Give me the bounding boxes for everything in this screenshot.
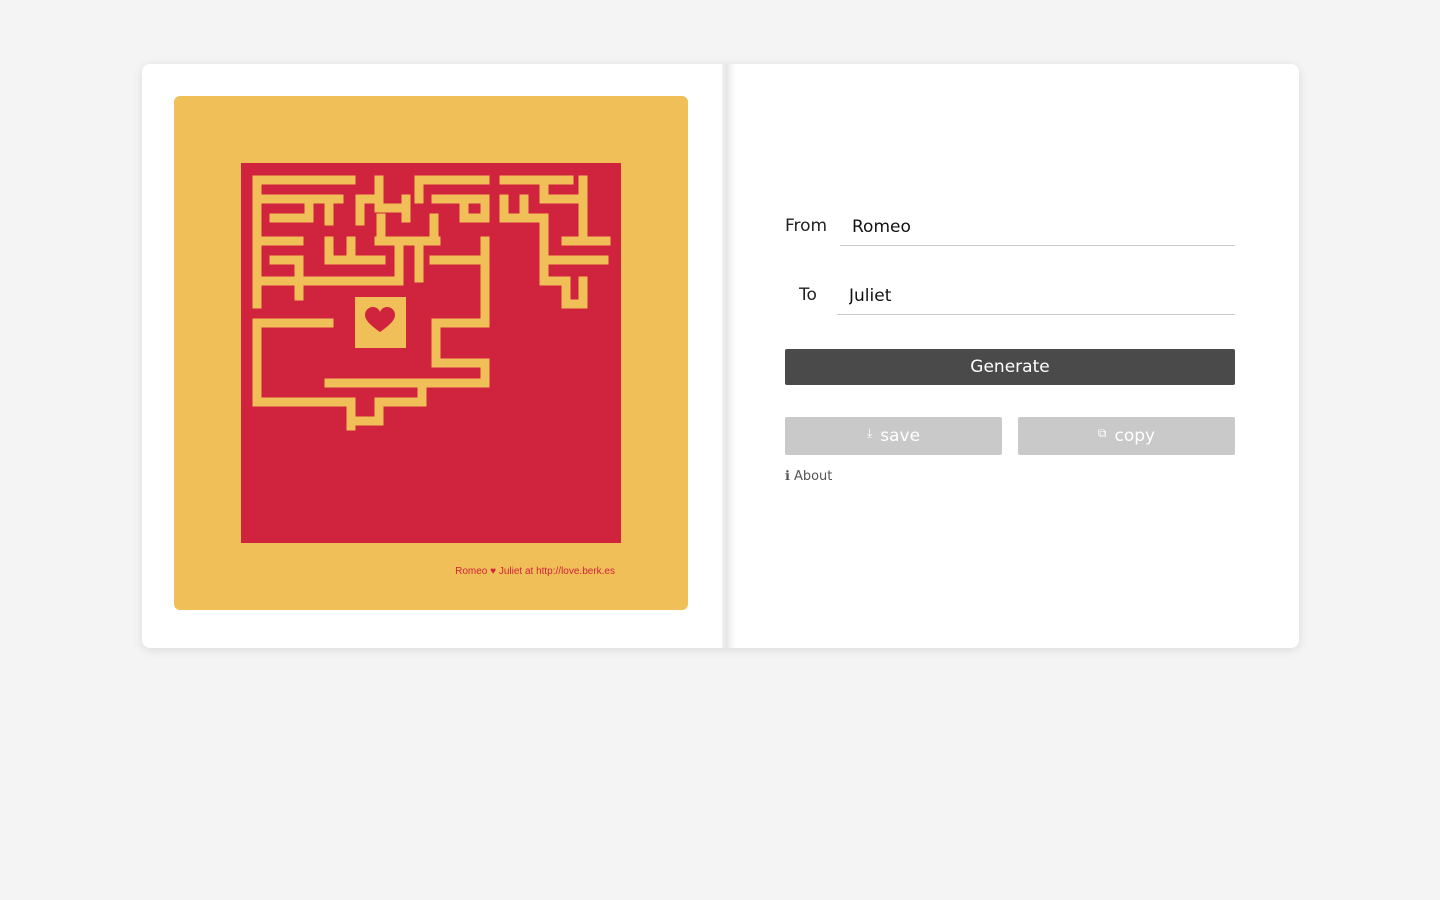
maze-image [241,163,621,543]
from-label: From [785,216,828,236]
generate-label: Generate [970,357,1050,377]
copy-label: copy [1114,426,1156,446]
save-button[interactable]: ⤓ save [785,417,1002,455]
about-link[interactable]: ℹ About [785,469,832,484]
to-field-row: To [785,277,1235,317]
to-input[interactable] [837,277,1235,315]
poster-caption: Romeo ♥ Juliet at http://love.berk.es [455,566,615,577]
from-field-row: From [785,208,1235,248]
love-maze-poster: Romeo ♥ Juliet at http://love.berk.es [174,96,688,610]
about-label: About [793,469,833,484]
copy-button[interactable]: ⧉ copy [1018,417,1235,455]
copy-icon: ⧉ [1097,425,1107,440]
from-input[interactable] [840,208,1235,246]
save-label: save [880,426,921,446]
info-icon: ℹ [785,469,790,484]
generate-button[interactable]: Generate [785,349,1235,385]
to-label: To [799,285,817,305]
download-icon: ⤓ [866,425,873,440]
card-spine [722,64,736,648]
